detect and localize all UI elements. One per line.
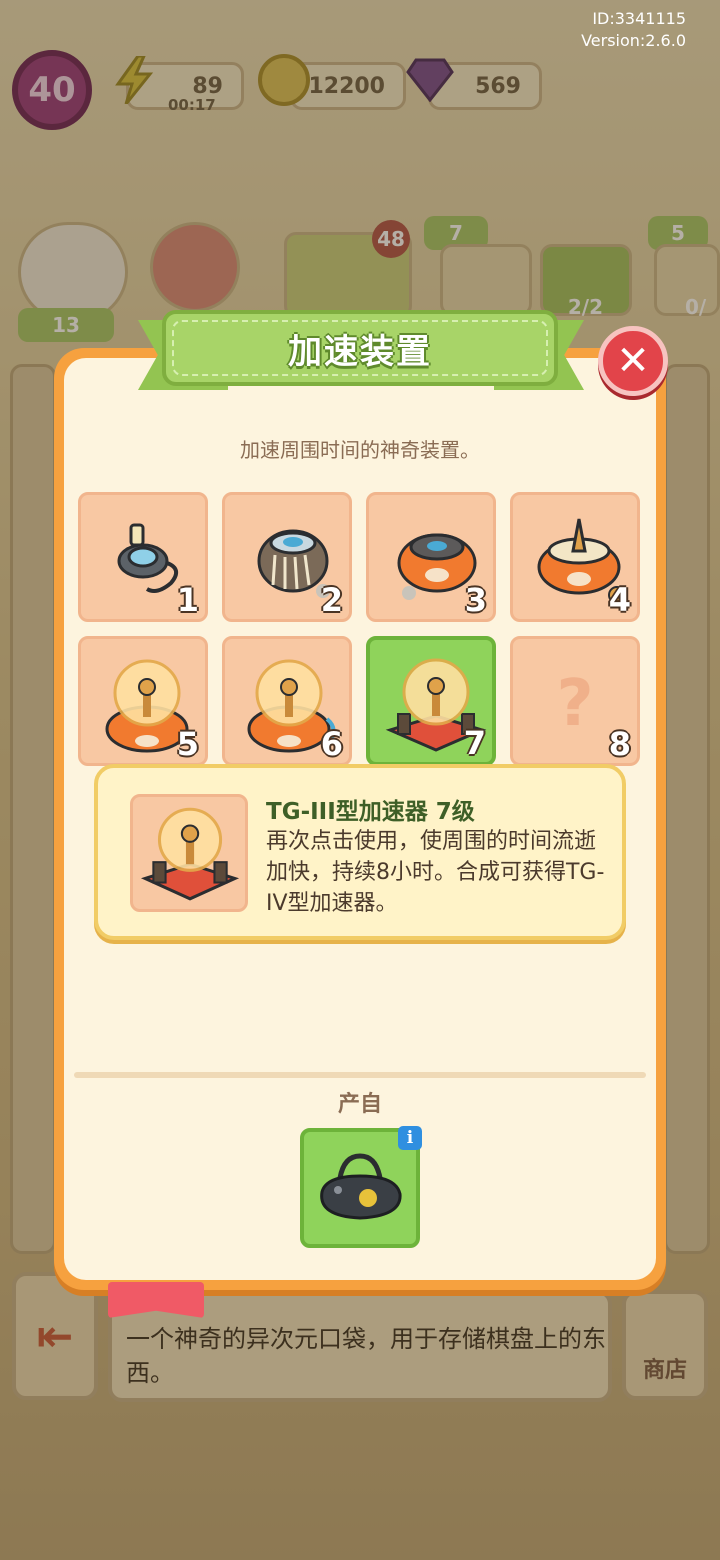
dialog-subtitle: 加速周围时间的神奇装置。 <box>240 438 480 462</box>
level-number: 7 <box>463 724 486 762</box>
level-cell-6[interactable]: 6 <box>222 636 352 766</box>
selected-item-thumbnail <box>130 794 248 912</box>
level-cell-2[interactable]: 2 <box>222 492 352 622</box>
level-number: 5 <box>176 725 199 763</box>
selected-item-description: 再次点击使用，使周围的时间流逝加快，持续8小时。合成可获得TG-IV型加速器。 <box>266 829 605 916</box>
version-text: Version:2.6.0 <box>581 31 686 50</box>
level-number: 4 <box>608 581 631 619</box>
title-ribbon: 加速装置 <box>162 310 558 386</box>
selected-item-title: TG-III型加速器 7级 <box>266 799 475 825</box>
close-icon: ✕ <box>616 338 650 384</box>
level-cell-8-locked[interactable]: ? 8 <box>510 636 640 766</box>
level-number: 3 <box>464 581 487 619</box>
source-info-icon[interactable]: i <box>398 1126 422 1150</box>
selected-item-info-card: TG-III型加速器 7级 再次点击使用，使周围的时间流逝加快，持续8小时。合成… <box>94 764 626 940</box>
source-label: 产自 <box>337 1092 382 1117</box>
level-number: 8 <box>608 725 631 763</box>
level-number: 1 <box>176 581 199 619</box>
close-button[interactable]: ✕ <box>598 326 668 396</box>
section-divider <box>74 1072 646 1078</box>
level-cell-4[interactable]: 4 <box>510 492 640 622</box>
level-number: 2 <box>320 581 343 619</box>
dialog-title: 加速装置 <box>288 331 432 372</box>
player-id: ID:3341115 <box>592 9 686 28</box>
level-cell-1[interactable]: 1 <box>78 492 208 622</box>
info-glyph: i <box>406 1128 414 1148</box>
level-cell-5[interactable]: 5 <box>78 636 208 766</box>
level-number: 6 <box>320 725 343 763</box>
build-info: ID:3341115 Version:2.6.0 <box>581 8 686 52</box>
level-cell-3[interactable]: 3 <box>366 492 496 622</box>
accelerator-level-7-thumb-icon <box>140 807 240 901</box>
level-cell-7[interactable]: 7 <box>366 636 496 766</box>
